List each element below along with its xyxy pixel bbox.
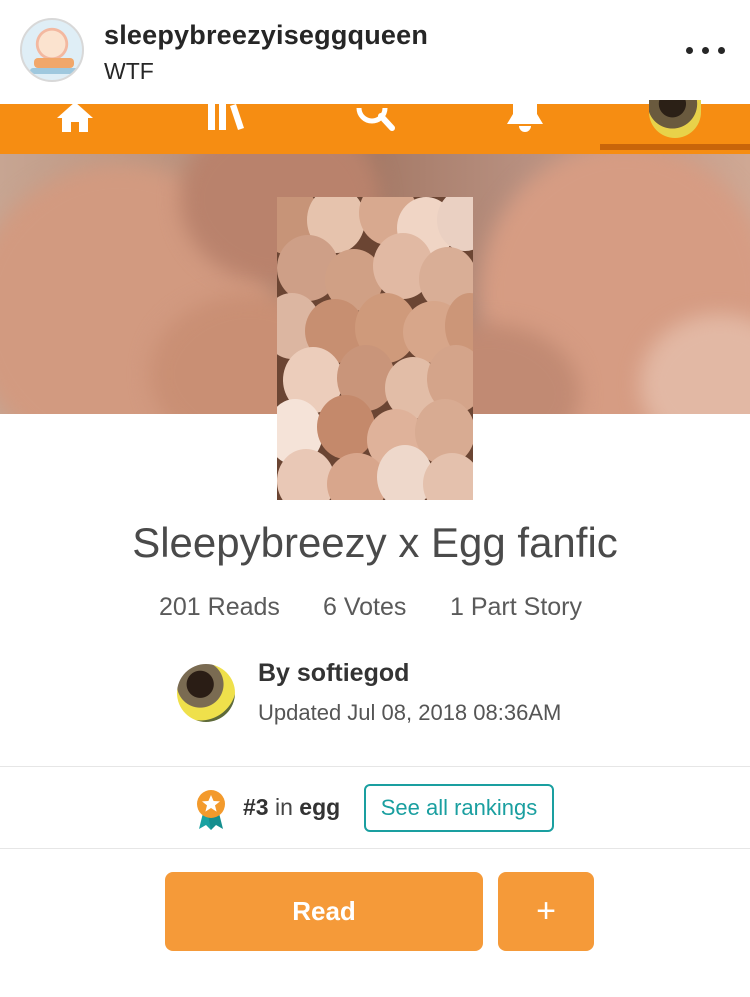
ranking-medal-icon [197, 790, 225, 830]
votes-count: 6 Votes [323, 593, 407, 621]
bell-icon [507, 104, 543, 132]
profile-avatar-icon [649, 100, 701, 138]
post-location[interactable]: WTF [104, 58, 154, 85]
search-icon [356, 107, 395, 131]
poster-username[interactable]: sleepybreezyiseggqueen [104, 20, 428, 51]
nav-library[interactable] [150, 104, 300, 154]
author-avatar[interactable] [177, 664, 235, 722]
home-icon [57, 104, 93, 132]
see-all-rankings-button[interactable]: See all rankings [364, 784, 554, 832]
divider [0, 766, 750, 767]
reads-count: 201 Reads [159, 593, 280, 621]
parts-count: 1 Part Story [450, 593, 582, 621]
nav-search[interactable] [300, 104, 450, 154]
library-icon [208, 104, 244, 130]
poster-avatar[interactable] [20, 18, 84, 82]
divider [0, 848, 750, 849]
add-to-library-button[interactable]: + [498, 872, 594, 951]
nav-active-indicator [600, 144, 750, 150]
story-title: Sleepybreezy x Egg fanfic [132, 519, 618, 566]
post-header: sleepybreezyiseggqueen WTF [0, 0, 750, 104]
author-name[interactable]: By softiegod [258, 659, 409, 688]
nav-notifications[interactable] [450, 104, 600, 154]
ranking-text: #3 in egg [243, 794, 341, 820]
nav-home[interactable] [0, 104, 150, 154]
story-cover-image[interactable] [277, 197, 473, 500]
more-options-button[interactable] [678, 34, 734, 64]
updated-timestamp: Updated Jul 08, 2018 08:36AM [258, 700, 562, 725]
more-horizontal-icon [686, 47, 693, 54]
read-button[interactable]: Read [165, 872, 483, 951]
